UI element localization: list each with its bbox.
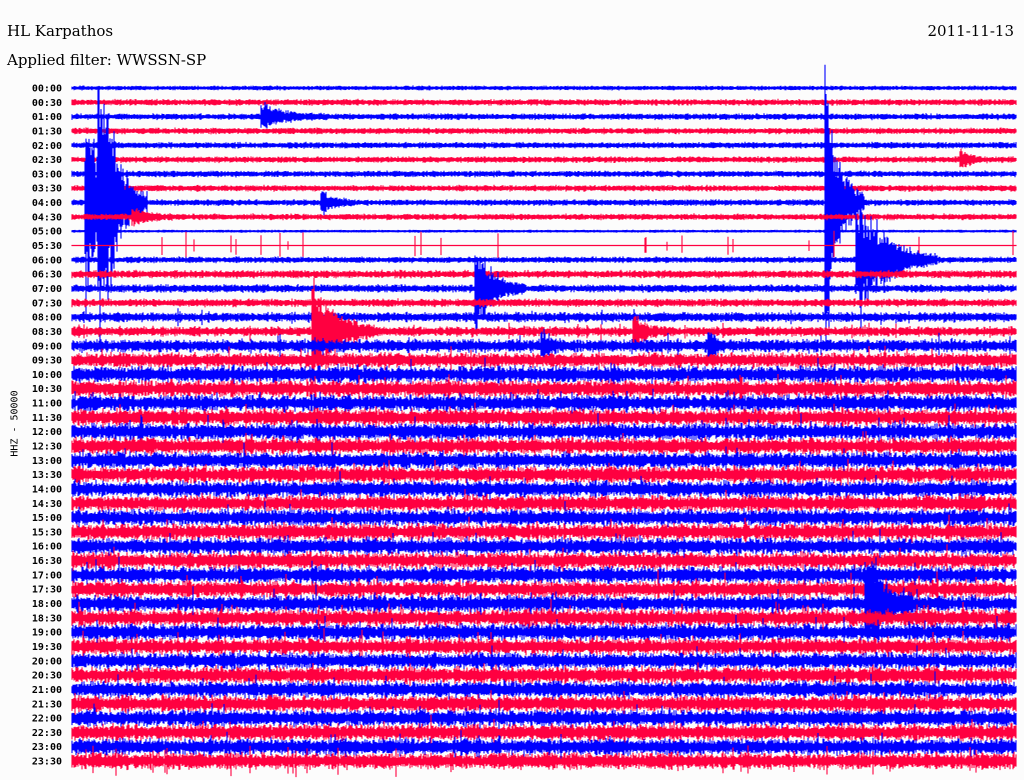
row-label: 13:00 <box>32 456 62 467</box>
row-label: 00:30 <box>32 98 62 109</box>
row-label: 23:00 <box>32 742 62 753</box>
trace-row-0500 <box>71 229 1017 233</box>
trace-row-0100 <box>71 102 1017 129</box>
trace-row-0330 <box>71 184 1017 192</box>
row-label: 02:00 <box>32 141 62 152</box>
row-label: 01:30 <box>32 126 62 137</box>
helicorder-plot: 00:00 00:30 01:00 01:30 02:00 02:30 03:00 03:30… <box>32 64 1017 778</box>
row-label: 07:00 <box>32 284 62 295</box>
row-label: 13:30 <box>32 470 62 481</box>
row-label: 12:30 <box>32 442 62 453</box>
trace-row-0030 <box>71 98 1017 106</box>
trace-row-0230 <box>71 148 1017 168</box>
row-label: 09:00 <box>32 341 62 352</box>
row-label: 21:00 <box>32 685 62 696</box>
row-label: 17:00 <box>32 570 62 581</box>
row-label: 15:30 <box>32 527 62 538</box>
row-label: 00:00 <box>32 84 62 95</box>
row-label: 10:30 <box>32 384 62 395</box>
row-label: 11:30 <box>32 413 62 424</box>
row-label: 04:30 <box>32 212 62 223</box>
row-label: 09:30 <box>32 356 62 367</box>
row-label: 01:00 <box>32 112 62 123</box>
row-label: 16:00 <box>32 542 62 553</box>
row-label: 23:30 <box>32 757 62 768</box>
row-label: 14:30 <box>32 499 62 510</box>
row-label: 05:30 <box>32 241 62 252</box>
trace-row-0430 <box>71 208 1017 227</box>
trace-row-0200 <box>71 141 1017 149</box>
row-label: 08:00 <box>32 313 62 324</box>
row-label: 20:00 <box>32 656 62 667</box>
row-label: 06:30 <box>32 270 62 281</box>
row-label: 02:30 <box>32 155 62 166</box>
row-label: 04:00 <box>32 198 62 209</box>
trace-row-0730 <box>71 298 1017 308</box>
row-label: 16:30 <box>32 556 62 567</box>
row-label: 07:30 <box>32 298 62 309</box>
row-label: 22:30 <box>32 728 62 739</box>
trace-row-0130 <box>71 127 1017 135</box>
row-label: 12:00 <box>32 427 62 438</box>
row-label: 14:00 <box>32 484 62 495</box>
row-label: 20:30 <box>32 671 62 682</box>
row-label: 03:00 <box>32 169 62 180</box>
row-label: 08:30 <box>32 327 62 338</box>
row-label: 17:30 <box>32 585 62 596</box>
trace-row-0300 <box>71 170 1017 178</box>
row-label: 19:00 <box>32 628 62 639</box>
row-label: 19:30 <box>32 642 62 653</box>
trace-row-0800 <box>71 308 1017 327</box>
row-label: 15:00 <box>32 513 62 524</box>
row-label: 06:00 <box>32 255 62 266</box>
row-label: 05:00 <box>32 227 62 238</box>
row-label: 03:30 <box>32 184 62 195</box>
row-label: 18:30 <box>32 613 62 624</box>
row-label: 18:00 <box>32 599 62 610</box>
row-label: 22:00 <box>32 714 62 725</box>
row-label: 10:00 <box>32 370 62 381</box>
row-label: 11:00 <box>32 399 62 410</box>
trace-row-0000 <box>71 85 1017 91</box>
row-label: 21:30 <box>32 699 62 710</box>
